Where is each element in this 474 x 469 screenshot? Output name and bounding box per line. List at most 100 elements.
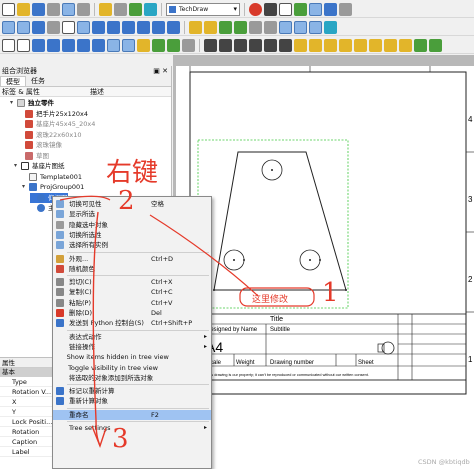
create-group-icon[interactable] [204, 20, 217, 34]
weld-symbol-icon[interactable] [384, 38, 397, 52]
tree-item[interactable]: ▾ 基座片图纸 [14, 161, 65, 171]
tree-col-description[interactable]: 描述 [88, 87, 104, 96]
arch-view-icon[interactable] [122, 38, 135, 52]
bounding-box-icon[interactable] [47, 20, 60, 34]
title-field[interactable]: Title [270, 316, 283, 323]
weight-field[interactable]: Weight [236, 360, 255, 366]
clip-group-icon[interactable] [152, 38, 165, 52]
menu-item[interactable]: 重命名 F2 [53, 409, 211, 420]
menu-item[interactable]: 随机颜色 [53, 264, 211, 274]
spreadsheet-view-icon[interactable] [137, 38, 150, 52]
save-icon[interactable] [32, 2, 45, 16]
link-icon[interactable] [219, 20, 232, 34]
menu-item[interactable]: 将选取的对象添加到所选对象 [53, 373, 211, 383]
measure-angle-icon[interactable] [294, 20, 307, 34]
isometric-view-icon[interactable] [77, 20, 90, 34]
menu-item[interactable]: 剪切(C) Ctrl+X [53, 277, 211, 287]
workbench-selector[interactable]: TechDraw [166, 2, 240, 16]
tab-model[interactable]: 模型 [0, 76, 26, 86]
redo-icon[interactable] [114, 2, 127, 16]
cosmetic-vertex-icon[interactable] [324, 38, 337, 52]
refresh-icon[interactable] [129, 2, 142, 16]
breakpoint-icon[interactable] [339, 2, 352, 16]
record-macro-icon[interactable] [249, 2, 262, 16]
toggle-measure-icon[interactable] [279, 20, 292, 34]
right-view-icon[interactable] [122, 20, 135, 34]
export-svg-icon[interactable] [414, 38, 427, 52]
centerline-icon[interactable] [369, 38, 382, 52]
rich-annotation-icon[interactable] [309, 38, 322, 52]
clear-measure-icon[interactable] [264, 20, 277, 34]
active-view-icon[interactable] [47, 38, 60, 52]
angle-dimension-icon[interactable] [279, 38, 292, 52]
leader-line-icon[interactable] [294, 38, 307, 52]
draft-view-icon[interactable] [107, 38, 120, 52]
open-file-icon[interactable] [17, 2, 30, 16]
left-view-icon[interactable] [167, 20, 180, 34]
menu-item[interactable]: 发送到 Python 控制台(S) Ctrl+Shift+P [53, 318, 211, 328]
measure-linear-icon[interactable] [309, 20, 322, 34]
projection-group-icon[interactable] [62, 38, 75, 52]
menu-item[interactable]: 重新计算对象 [53, 396, 211, 406]
paste-icon[interactable] [77, 2, 90, 16]
link-sub-icon[interactable] [234, 20, 247, 34]
vertical-dimension-icon[interactable] [234, 38, 247, 52]
bottom-view-icon[interactable] [152, 20, 165, 34]
front-view-icon[interactable] [92, 20, 105, 34]
midpoints-icon[interactable] [339, 38, 352, 52]
menu-item[interactable]: 隐藏选中对象 [53, 220, 211, 230]
quadrants-icon[interactable] [354, 38, 367, 52]
export-dxf-icon[interactable] [429, 38, 442, 52]
stereo-icon[interactable] [62, 20, 75, 34]
undo-icon[interactable] [99, 2, 112, 16]
subtitle-field[interactable]: Subtitle [270, 327, 291, 333]
menu-item[interactable]: Toggle visibility in tree view [53, 363, 211, 373]
draw-style-icon[interactable] [32, 20, 45, 34]
step-icon[interactable] [324, 2, 337, 16]
diameter-dimension-icon[interactable] [264, 38, 277, 52]
symbol-icon[interactable] [167, 38, 180, 52]
tab-tasks[interactable]: 任务 [26, 76, 50, 86]
sheet-field[interactable]: Sheet [358, 360, 374, 366]
radius-dimension-icon[interactable] [249, 38, 262, 52]
menu-item[interactable]: 表达式动作 ▸ [53, 332, 211, 342]
menu-item[interactable]: 外观... Ctrl+D [53, 254, 211, 264]
stop-macro-icon[interactable] [264, 2, 277, 16]
menu-item[interactable]: 粘贴(P) Ctrl+V [53, 298, 211, 308]
debug-icon[interactable] [309, 2, 322, 16]
hatch-icon[interactable] [399, 38, 412, 52]
new-page-icon[interactable] [2, 38, 15, 52]
menu-item[interactable]: 复制(C) Ctrl+C [53, 287, 211, 297]
create-part-icon[interactable] [189, 20, 202, 34]
measure-icon[interactable] [249, 20, 262, 34]
menu-item[interactable]: 链接操作 ▸ [53, 342, 211, 352]
length-dimension-icon[interactable] [204, 38, 217, 52]
menu-item[interactable]: 选择所有实例 [53, 240, 211, 250]
expand-arrow-icon[interactable]: ▾ [10, 98, 17, 108]
fit-all-icon[interactable] [2, 20, 15, 34]
help-icon[interactable] [324, 20, 337, 34]
menu-item[interactable]: 标记以重新计算 [53, 386, 211, 396]
techdraw-sheet[interactable]: 4 3 2 1 Title Designed by Name Subtitle … [176, 66, 474, 469]
top-view-icon[interactable] [107, 20, 120, 34]
whats-this-icon[interactable] [144, 2, 157, 16]
expand-arrow-icon[interactable]: ▾ [14, 161, 21, 171]
new-file-icon[interactable] [2, 2, 15, 16]
tree-item[interactable]: 把手片25x120x4 [18, 109, 88, 119]
menu-item[interactable]: Tree settings ▸ [53, 423, 211, 433]
panel-close-icon[interactable]: ▣ ✕ [153, 66, 168, 76]
tree-item[interactable]: 草图 [18, 151, 49, 161]
designed-by-field[interactable]: Designed by Name [206, 327, 258, 333]
macro-editor-icon[interactable] [279, 2, 292, 16]
section-view-icon[interactable] [77, 38, 90, 52]
horizontal-dimension-icon[interactable] [219, 38, 232, 52]
menu-item[interactable]: Show items hidden in tree view [53, 352, 211, 362]
image-icon[interactable] [182, 38, 195, 52]
copy-icon[interactable] [62, 2, 75, 16]
detail-view-icon[interactable] [92, 38, 105, 52]
expand-arrow-icon[interactable]: ▾ [22, 182, 29, 192]
cut-icon[interactable] [47, 2, 60, 16]
tree-col-label[interactable]: 标签 & 属性 [0, 87, 88, 96]
tree-item[interactable]: ▾ ProjGroup001 [22, 182, 84, 192]
tree-item[interactable]: 基座片45x45_20x4 [18, 119, 95, 129]
